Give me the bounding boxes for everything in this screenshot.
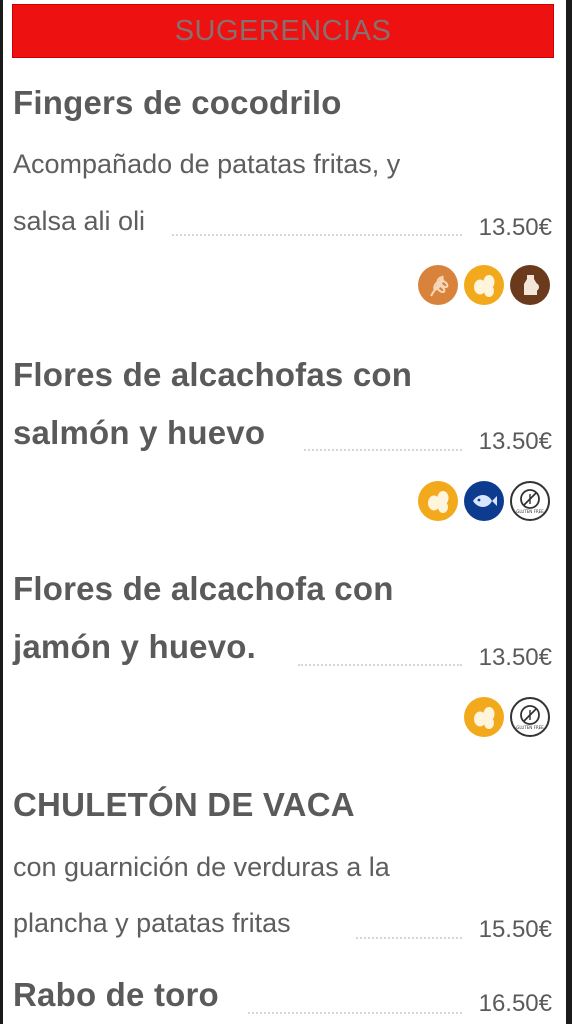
menu-item-description: con guarnición de verduras a la	[13, 852, 390, 882]
screen-frame-right	[566, 0, 572, 1024]
menu-item-title: Rabo de toro	[13, 976, 219, 1013]
dairy-icon	[510, 265, 550, 305]
allergen-icons: GLUTEN FREE	[418, 481, 550, 521]
egg-icon	[418, 481, 458, 521]
svg-text:GLUTEN FREE: GLUTEN FREE	[516, 509, 544, 514]
gluten-free-icon: GLUTEN FREE	[510, 481, 550, 521]
menu-item-title: CHULETÓN DE VACA	[13, 786, 355, 823]
gluten-icon	[418, 265, 458, 305]
menu-item-title: jamón y huevo.	[13, 628, 257, 665]
menu-item-title: Flores de alcachofa con	[13, 570, 394, 607]
dotted-leader	[298, 664, 462, 666]
fish-icon	[464, 481, 504, 521]
egg-icon	[464, 265, 504, 305]
section-title: SUGERENCIAS	[174, 14, 392, 47]
menu-item-description: salsa ali oli	[13, 206, 146, 236]
dotted-leader	[172, 234, 462, 236]
allergen-icons: GLUTEN FREE	[464, 697, 550, 737]
allergen-icons	[418, 265, 550, 305]
menu-item-price: 13.50€	[478, 428, 552, 455]
menu-item-title: Fingers de cocodrilo	[13, 84, 342, 121]
menu-item-price: 16.50€	[478, 990, 552, 1017]
dotted-leader	[304, 449, 462, 451]
menu-item-price: 13.50€	[478, 214, 552, 241]
section-header: SUGERENCIAS	[12, 4, 554, 58]
dotted-leader	[248, 1012, 462, 1014]
egg-icon	[464, 697, 504, 737]
menu-item-title: salmón y huevo	[13, 414, 266, 451]
gluten-free-icon: GLUTEN FREE	[510, 697, 550, 737]
screen-frame-left	[0, 0, 3, 1024]
svg-text:GLUTEN FREE: GLUTEN FREE	[516, 725, 544, 730]
menu-item-description: plancha y patatas fritas	[13, 908, 291, 938]
dotted-leader	[356, 937, 462, 939]
menu-item-description: Acompañado de patatas fritas, y	[13, 149, 401, 179]
menu-item-title: Flores de alcachofas con	[13, 356, 413, 393]
menu-item-price: 13.50€	[478, 644, 552, 671]
menu-item-price: 15.50€	[478, 916, 552, 943]
